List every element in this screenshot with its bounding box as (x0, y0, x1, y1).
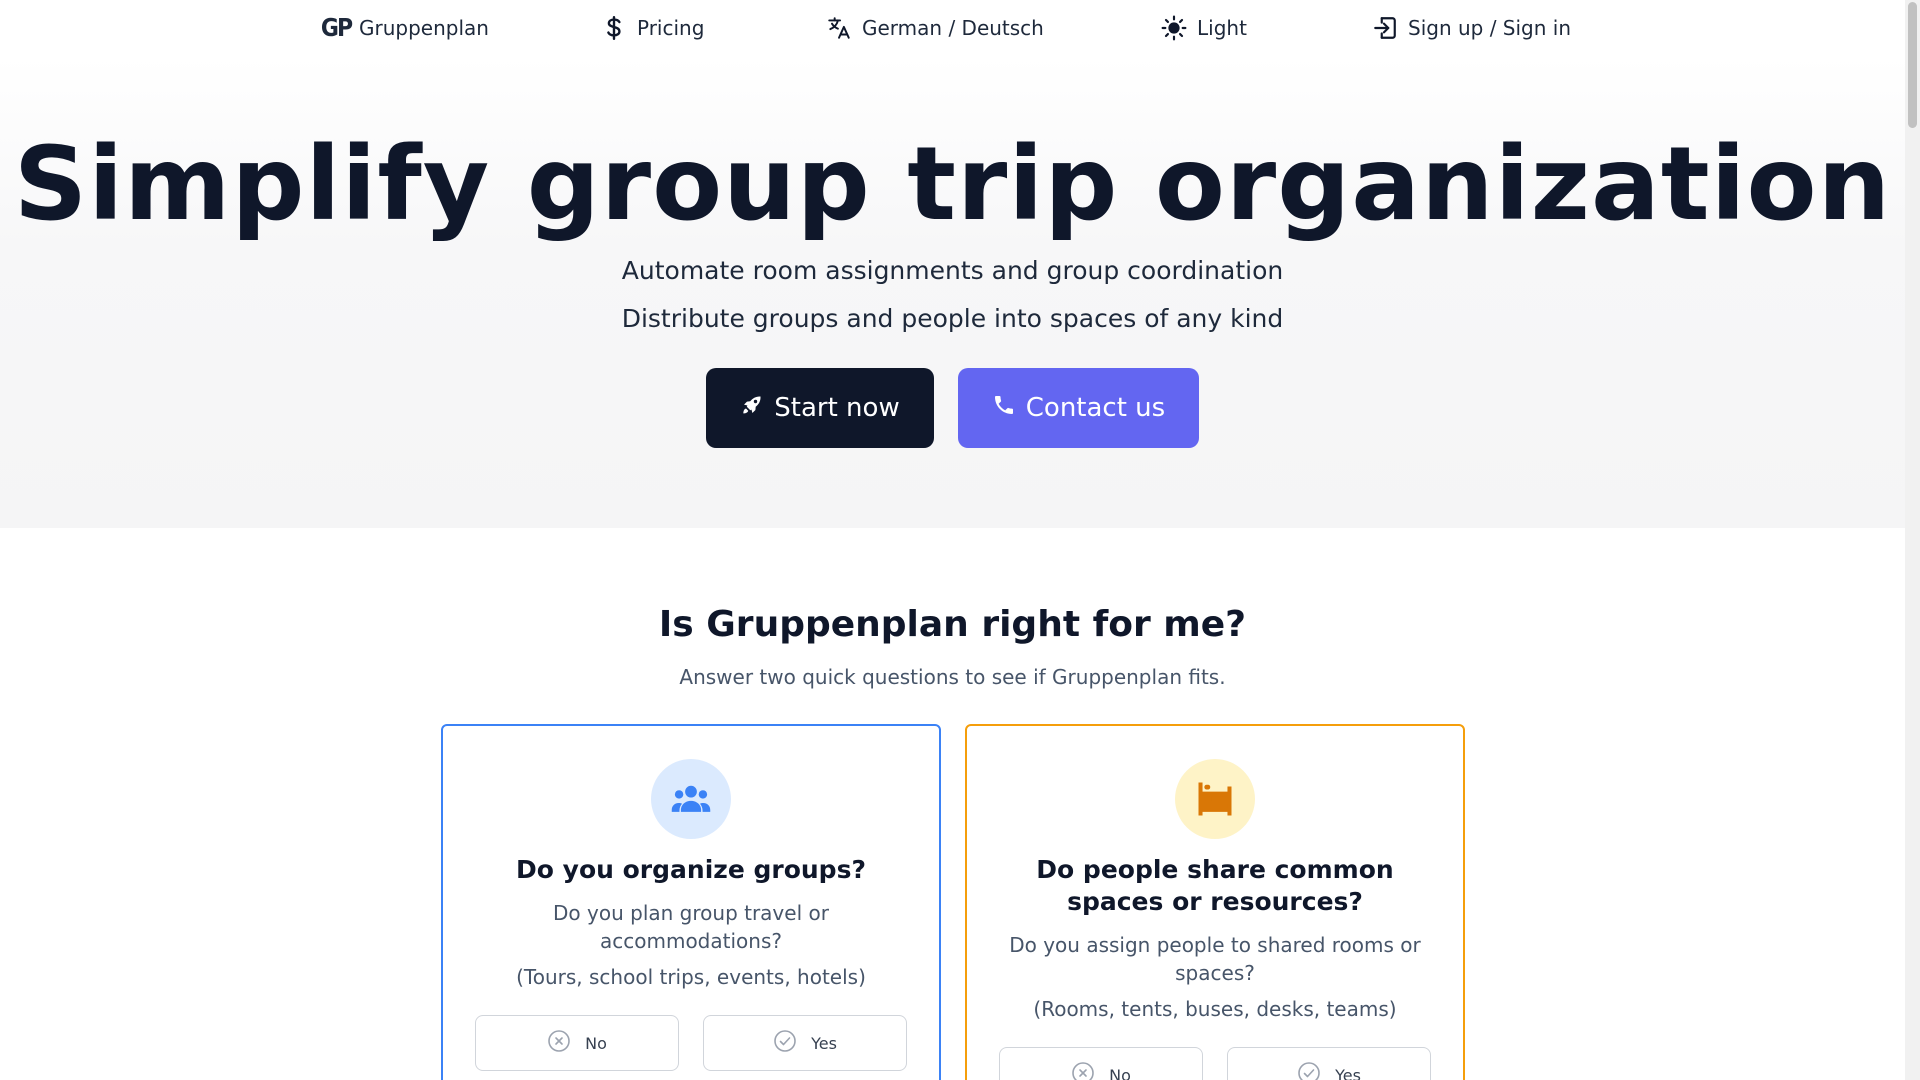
nav-brand-link[interactable]: GP Gruppenplan (320, 12, 489, 44)
nav-auth-link[interactable]: Sign up / Sign in (1372, 12, 1571, 44)
hero-subtitle-1: Automate room assignments and group coor… (621, 256, 1284, 285)
translate-icon (826, 15, 852, 41)
contact-us-label: Contact us (1025, 393, 1166, 423)
login-icon (1372, 15, 1398, 41)
nav-language-toggle[interactable]: German / Deutsch (826, 12, 1044, 44)
hero-title: Simplify group trip organization (13, 125, 1892, 244)
quiz-card-groups: Do you organize groups? Do you plan grou… (441, 724, 941, 1080)
x-circle-icon (547, 1029, 571, 1057)
quiz-title: Is Gruppenplan right for me? (658, 604, 1247, 645)
answer-no-label: No (585, 1033, 607, 1053)
scrollbar-thumb[interactable] (1908, 2, 1917, 128)
nav-pricing-label: Pricing (637, 16, 705, 40)
card-title: Do you organize groups? (516, 855, 866, 884)
nav-brand-label: Gruppenplan (359, 16, 489, 40)
nav-theme-toggle[interactable]: Light (1161, 12, 1247, 44)
nav-language-label: German / Deutsch (862, 16, 1044, 40)
x-circle-icon (1071, 1061, 1095, 1080)
nav-pricing-link[interactable]: Pricing (601, 12, 704, 44)
page: GP Gruppenplan Pricing German / Deutsch … (0, 0, 1920, 1080)
page-scrollbar[interactable] (1905, 0, 1920, 1080)
nav-auth-label: Sign up / Sign in (1408, 16, 1572, 40)
card-question: Do you assign people to shared rooms or … (1009, 933, 1421, 985)
bed-icon (1175, 759, 1255, 839)
quiz-card-shared-spaces: Do people share common spaces or resourc… (965, 724, 1465, 1080)
dollar-icon (601, 15, 627, 41)
answer-yes-button[interactable]: Yes (1227, 1047, 1431, 1080)
rocket-icon (740, 393, 764, 424)
hero-section: Simplify group trip organization Automat… (0, 56, 1905, 528)
card-examples: (Rooms, tents, buses, desks, teams) (1033, 997, 1397, 1021)
top-nav: GP Gruppenplan Pricing German / Deutsch … (0, 0, 1905, 56)
card-question: Do you plan group travel or accommodatio… (553, 901, 829, 953)
card-examples: (Tours, school trips, events, hotels) (516, 965, 866, 989)
group-icon (651, 759, 731, 839)
nav-theme-label: Light (1197, 16, 1247, 40)
start-now-button[interactable]: Start now (706, 368, 934, 448)
check-circle-icon (1297, 1061, 1321, 1080)
contact-us-button[interactable]: Contact us (958, 368, 1199, 448)
start-now-label: Start now (774, 393, 900, 423)
answer-yes-label: Yes (1335, 1065, 1361, 1080)
answer-yes-label: Yes (811, 1033, 837, 1053)
card-title: Do people share common spaces or resourc… (1036, 855, 1394, 916)
hero-subtitle-2: Distribute groups and people into spaces… (621, 304, 1284, 333)
answer-no-button[interactable]: No (999, 1047, 1203, 1080)
sun-icon (1161, 15, 1187, 41)
quiz-subtitle: Answer two quick questions to see if Gru… (679, 665, 1226, 689)
answer-yes-button[interactable]: Yes (703, 1015, 907, 1071)
phone-icon (992, 393, 1016, 424)
answer-no-button[interactable]: No (475, 1015, 679, 1071)
check-circle-icon (773, 1029, 797, 1057)
answer-no-label: No (1109, 1065, 1131, 1080)
gp-logo-icon: GP (320, 13, 353, 43)
